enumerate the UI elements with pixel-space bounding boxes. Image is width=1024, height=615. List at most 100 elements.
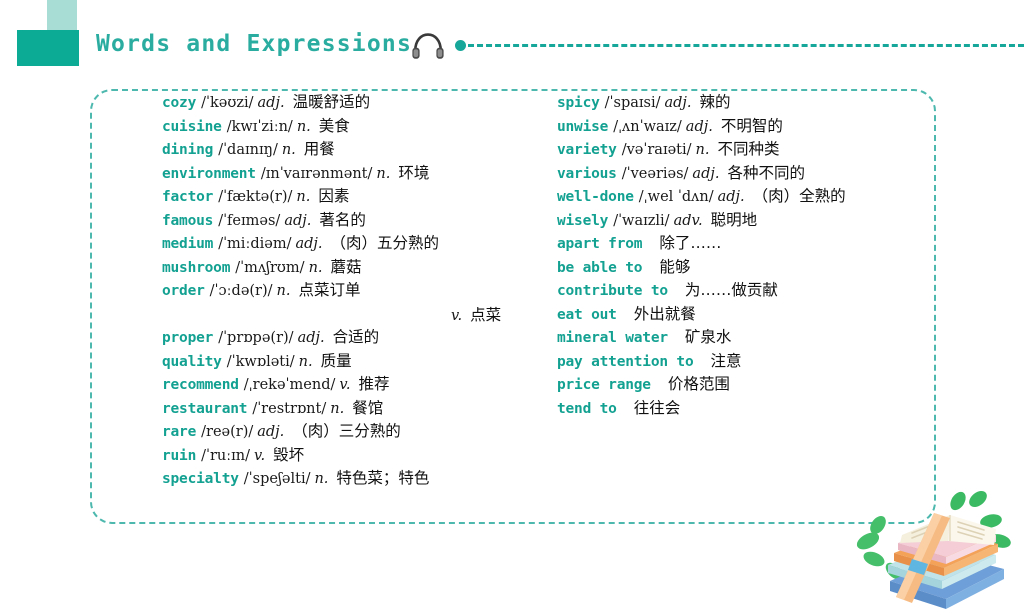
- headphone-icon[interactable]: [411, 32, 445, 60]
- word-term: tend to: [557, 400, 617, 417]
- word-entry: apart from 除了……: [557, 232, 937, 256]
- word-entry: restaurant/ˈrestrɒnt/n. 餐馆: [162, 397, 562, 421]
- word-ipa: /ˈmiːdiəm/: [218, 236, 292, 252]
- word-ipa: /ˈmʌʃrʊm/: [235, 259, 305, 276]
- word-pos: n.: [281, 142, 296, 158]
- word-entry: mineral water 矿泉水: [557, 326, 937, 350]
- header-accent-block-dark: [17, 30, 79, 66]
- word-ipa: /ˈɔːdə(r)/: [209, 283, 273, 299]
- word-entry: specialty/ˈspeʃəlti/n. 特色菜；特色: [162, 467, 562, 491]
- word-entry: rare/reə(r)/adj. （肉）三分熟的: [162, 420, 562, 444]
- word-term: proper: [162, 330, 214, 346]
- word-translation: 推荐: [358, 375, 390, 393]
- word-entry: quality/ˈkwɒləti/n. 质量: [162, 350, 562, 374]
- word-term: wisely: [557, 212, 609, 229]
- word-term: medium: [162, 236, 214, 252]
- word-entry: order/ˈɔːdə(r)/n. 点菜订单: [162, 279, 562, 303]
- word-translation: 除了……: [659, 234, 722, 252]
- word-translation: 价格范围: [667, 375, 730, 393]
- word-ipa: /ˈdaɪnɪŋ/: [218, 142, 278, 158]
- word-pos: v.: [339, 377, 351, 393]
- word-translation: 著名的: [319, 210, 366, 229]
- word-ipa: /ˌrekəˈmend/: [243, 377, 336, 393]
- word-ipa: /reə(r)/: [201, 424, 254, 440]
- word-pos: n.: [276, 283, 291, 299]
- word-pos: n.: [695, 142, 710, 158]
- word-term: cuisine: [162, 118, 222, 135]
- word-pos: adj.: [257, 95, 285, 111]
- word-translation: 往往会: [633, 398, 681, 417]
- word-entry: cozy/ˈkəʊzi/adj. 温暖舒适的: [162, 91, 562, 115]
- word-translation: 为……做贡献: [684, 281, 778, 299]
- word-entry: eat out 外出就餐: [557, 303, 937, 327]
- word-ipa: /ˌʌnˈwaɪz/: [613, 118, 682, 135]
- word-entry: dining/ˈdaɪnɪŋ/n. 用餐: [162, 138, 562, 162]
- word-entry: be able to 能够: [557, 256, 937, 280]
- word-translation: 毁坏: [273, 445, 305, 464]
- stacked-books-illustration: [854, 483, 1024, 611]
- word-entry: mushroom/ˈmʌʃrʊm/n. 蘑菇: [162, 256, 562, 280]
- word-term: price range: [557, 377, 651, 393]
- word-entry: famous/ˈfeɪməs/adj. 著名的: [162, 209, 562, 233]
- word-pos: v.: [451, 308, 463, 324]
- word-translation: 聪明地: [710, 210, 758, 229]
- word-term: environment: [162, 165, 256, 182]
- word-entry: contribute to 为……做贡献: [557, 279, 937, 303]
- word-translation: 辣的: [699, 93, 731, 111]
- word-translation: （肉）全熟的: [752, 187, 846, 205]
- word-term: ruin: [162, 447, 197, 464]
- word-term: mineral water: [557, 330, 668, 346]
- word-term: rare: [162, 424, 197, 440]
- word-pos: adj.: [257, 424, 285, 440]
- word-term: cozy: [162, 95, 197, 111]
- word-translation: 环境: [398, 163, 430, 182]
- word-ipa: /vəˈraɪəti/: [621, 142, 692, 158]
- word-term: pay attention to: [557, 353, 694, 370]
- word-translation: （肉）三分熟的: [292, 422, 401, 440]
- word-translation: 温暖舒适的: [292, 93, 371, 111]
- word-entry: medium/ˈmiːdiəm/adj. （肉）五分熟的: [162, 232, 562, 256]
- word-ipa: /ˈkəʊzi/: [201, 95, 254, 111]
- word-ipa: /ɪnˈvaɪrənmənt/: [260, 165, 373, 182]
- word-pos: adj.: [284, 212, 312, 229]
- word-ipa: /ˈfeɪməs/: [218, 212, 281, 229]
- word-entry: factor/ˈfæktə(r)/n. 因素: [162, 185, 562, 209]
- word-term: restaurant: [162, 400, 248, 417]
- word-column-right: spicy/ˈspaɪsi/adj. 辣的 unwise/ˌʌnˈwaɪz/adj…: [557, 91, 937, 420]
- word-term: mushroom: [162, 259, 231, 276]
- word-entry: recommend/ˌrekəˈmend/v. 推荐: [162, 373, 562, 397]
- word-entry-continuation: v. 点菜: [447, 303, 501, 327]
- word-pos: adj.: [295, 236, 323, 252]
- word-translation: 点菜订单: [298, 281, 361, 299]
- word-entry: well-done/ˌwel ˈdʌn/adj. （肉）全熟的: [557, 185, 937, 209]
- word-entry: various/ˈveəriəs/adj. 各种不同的: [557, 162, 937, 186]
- word-pos: adj.: [717, 189, 745, 205]
- word-ipa: /ˈspaɪsi/: [604, 95, 661, 111]
- word-entry: cuisine/kwɪˈziːn/n. 美食: [162, 115, 562, 139]
- word-term: spicy: [557, 95, 600, 111]
- word-translation: 质量: [320, 351, 352, 370]
- word-ipa: /ˈwaɪzli/: [613, 212, 670, 229]
- word-pos: adj.: [685, 118, 713, 135]
- word-term: be able to: [557, 259, 643, 276]
- word-pos: adj.: [297, 330, 325, 346]
- word-ipa: /ˈfæktə(r)/: [218, 189, 293, 205]
- word-column-left: cozy/ˈkəʊzi/adj. 温暖舒适的 cuisine/kwɪˈziːn/n…: [162, 91, 562, 491]
- word-translation: 注意: [710, 351, 742, 370]
- word-pos: n.: [296, 189, 311, 205]
- word-translation: 点菜: [470, 306, 502, 324]
- word-translation: 不明智的: [720, 116, 783, 135]
- word-term: unwise: [557, 118, 609, 135]
- word-translation: 特色菜；特色: [336, 469, 430, 487]
- word-translation: 合适的: [332, 328, 380, 346]
- word-entry: environment/ɪnˈvaɪrənmənt/n. 环境: [162, 162, 562, 186]
- word-pos: n.: [296, 118, 311, 135]
- word-term: well-done: [557, 189, 634, 205]
- word-ipa: /ˈrestrɒnt/: [252, 400, 327, 417]
- word-ipa: /ˈkwɒləti/: [226, 353, 295, 370]
- word-translation: （肉）五分熟的: [330, 234, 440, 252]
- word-term: various: [557, 165, 617, 182]
- word-translation: 用餐: [303, 140, 335, 158]
- word-translation: 外出就餐: [633, 304, 696, 323]
- trail-dot: [455, 40, 466, 51]
